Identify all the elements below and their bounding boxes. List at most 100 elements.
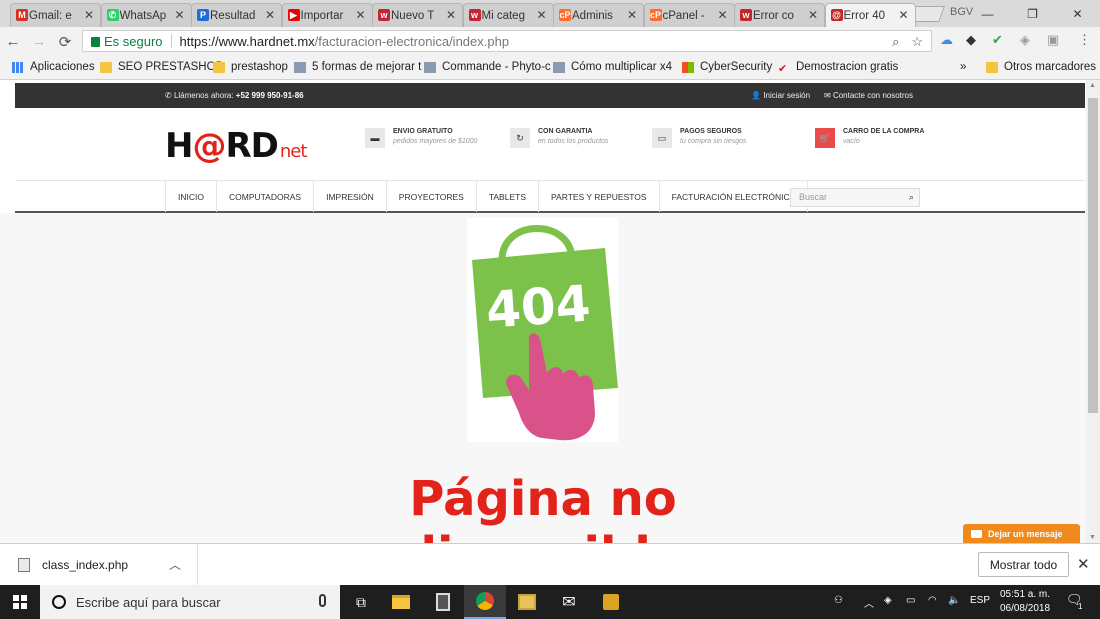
close-tab-icon[interactable]: ✕ — [536, 8, 546, 22]
show-all-button[interactable]: Mostrar todo — [978, 552, 1069, 577]
bookmark-item[interactable]: SEO PRESTASHOP — [100, 61, 223, 73]
tab-label: Error 40 — [843, 9, 886, 22]
back-arrow-icon[interactable]: ← — [0, 29, 26, 55]
bookmark-item[interactable]: Commande - Phyto-c — [424, 61, 551, 73]
bookmark-item[interactable]: 5 formas de mejorar t — [294, 61, 421, 73]
bookmark-item[interactable]: Cómo multiplicar x4 — [553, 61, 672, 73]
bookmark-item[interactable]: CyberSecurity — [682, 61, 772, 73]
close-icon[interactable]: ✕ — [1077, 555, 1090, 573]
tray-chevron-icon[interactable]: ︿ — [864, 595, 874, 610]
forward-arrow-icon[interactable]: → — [26, 29, 52, 55]
search-icon[interactable]: ⌕ — [909, 189, 914, 206]
close-tab-icon[interactable]: ✕ — [717, 8, 727, 22]
close-tab-icon[interactable]: ✕ — [808, 8, 818, 22]
wifi-icon[interactable]: ◠ — [928, 595, 937, 606]
hardnet-logo[interactable]: H@RD net — [165, 126, 307, 166]
task-view-icon[interactable]: ⧉ — [340, 585, 382, 619]
site-search-input[interactable]: Buscar ⌕ — [790, 188, 920, 207]
menu-dots-icon[interactable]: ⋮ — [1078, 32, 1091, 48]
calculator-icon[interactable] — [422, 585, 464, 619]
close-tab-icon[interactable]: ✕ — [174, 8, 184, 22]
people-icon[interactable]: ⚇ — [834, 595, 843, 606]
chrome-icon[interactable] — [464, 585, 506, 619]
check-extension-icon[interactable]: ✔ — [992, 32, 1003, 48]
logo-at: @ — [192, 126, 226, 166]
language-indicator[interactable]: ESP — [970, 595, 990, 606]
cloud-extension-icon[interactable]: ☁ — [940, 32, 953, 48]
minimize-icon[interactable]: — — [965, 0, 1010, 27]
browser-tab[interactable]: w Error co ✕ — [734, 3, 825, 27]
menu-item[interactable]: TABLETS — [475, 181, 538, 212]
close-tab-icon[interactable]: ✕ — [446, 8, 456, 22]
close-tab-icon[interactable]: ✕ — [84, 8, 94, 22]
contact-link[interactable]: ✉ Contacte con nosotros — [824, 91, 913, 100]
login-link[interactable]: 👤 Iniciar sesión — [751, 91, 810, 100]
feature-title: CON GARANTIA — [538, 128, 593, 135]
header-feature: ↻ CON GARANTIA en todos los productos — [510, 128, 608, 148]
bookmark-item[interactable]: prestashop — [213, 61, 288, 73]
close-tab-icon[interactable]: ✕ — [355, 8, 365, 22]
evernote-extension-icon[interactable]: ◆ — [966, 32, 976, 48]
download-item[interactable]: class_index.php ︿ — [0, 544, 198, 586]
menu-item[interactable]: COMPUTADORAS — [215, 181, 313, 212]
error-code-text: 404 — [484, 274, 592, 339]
browser-tab[interactable]: M Gmail: e ✕ — [10, 3, 101, 27]
browser-tab[interactable]: w Nuevo T ✕ — [372, 3, 463, 27]
bookmark-item[interactable]: ✔ Demostracion gratis — [778, 61, 898, 75]
volume-icon[interactable]: 🔈 — [948, 595, 960, 606]
phone-number[interactable]: +52 999 950-91-86 — [236, 91, 304, 100]
close-tab-icon[interactable]: ✕ — [627, 8, 637, 22]
browser-tab[interactable]: ▶ Importar ✕ — [281, 3, 373, 27]
reload-icon[interactable]: ⟳ — [52, 29, 78, 55]
close-tab-icon[interactable]: ✕ — [898, 8, 908, 22]
browser-tab[interactable]: cP Adminis ✕ — [553, 3, 644, 27]
menu-item[interactable]: PARTES Y REPUESTOS — [538, 181, 659, 212]
dropbox-tray-icon[interactable]: ◈ — [884, 595, 892, 606]
bookmark-apps[interactable]: Aplicaciones — [12, 61, 95, 73]
leave-message-button[interactable]: Dejar un mensaje — [963, 524, 1080, 543]
site-topbar: ✆ Llámenos ahora: +52 999 950-91-86 👤 In… — [15, 83, 1085, 108]
photos-app-icon[interactable] — [506, 585, 548, 619]
close-tab-icon[interactable]: ✕ — [265, 8, 275, 22]
menu-item[interactable]: PROYECTORES — [385, 181, 476, 212]
scroll-down-icon[interactable]: ▼ — [1089, 534, 1096, 541]
browser-tab[interactable]: P Resultad ✕ — [191, 3, 282, 27]
bookmarks-overflow[interactable]: » — [960, 61, 966, 73]
header-feature[interactable]: 🛒 CARRO DE LA COMPRA vacío — [815, 128, 924, 148]
browser-tab[interactable]: @ Error 40 ✕ — [824, 3, 916, 27]
file-explorer-icon[interactable] — [380, 585, 422, 619]
tab-label: WhatsAp — [119, 9, 167, 22]
start-button[interactable] — [0, 585, 40, 619]
system-clock[interactable]: 05:51 a. m. 06/08/2018 — [995, 588, 1055, 616]
folder-icon — [100, 61, 112, 73]
clock-date: 06/08/2018 — [999, 603, 1051, 614]
taskbar-search-input[interactable]: Escribe aquí para buscar — [40, 585, 340, 619]
menu-item[interactable]: FACTURACIÓN ELECTRÓNICA — [658, 181, 809, 212]
user-icon: 👤 — [751, 91, 764, 100]
browser-tab[interactable]: w Mi categ ✕ — [462, 3, 554, 27]
zoom-icon[interactable]: ⌕ — [892, 34, 899, 50]
store-bag-icon[interactable] — [590, 585, 632, 619]
microphone-icon[interactable] — [319, 594, 326, 607]
mail-app-icon[interactable]: ✉ — [548, 585, 590, 619]
close-window-icon[interactable]: ✕ — [1055, 0, 1100, 27]
page-scrollbar[interactable]: ▲ ▼ — [1086, 80, 1100, 543]
address-bar[interactable]: Es seguro https://www.hardnet.mx/factura… — [82, 30, 932, 52]
scroll-up-icon[interactable]: ▲ — [1089, 82, 1096, 89]
scrollbar-thumb[interactable] — [1088, 98, 1098, 413]
browser-tab[interactable]: cP cPanel - ✕ — [643, 3, 735, 27]
menu-item[interactable]: INICIO — [165, 181, 216, 212]
image-extension-icon[interactable]: ▣ — [1047, 32, 1059, 48]
phone-icon: ✆ — [165, 91, 174, 100]
logo-part1: H — [165, 126, 193, 166]
battery-icon[interactable]: ▭ — [906, 595, 915, 606]
restore-icon[interactable]: ❐ — [1010, 0, 1055, 27]
tab-strip: M Gmail: e ✕ ✆ WhatsAp ✕ P Resultad ✕ ▶ Importar ✕ w… — [0, 0, 1100, 27]
dropbox-extension-icon[interactable]: ◈ — [1020, 32, 1030, 48]
security-indicator[interactable]: Es seguro — [83, 34, 163, 49]
bookmark-star-icon[interactable]: ☆ — [911, 34, 923, 50]
bookmark-other[interactable]: Otros marcadores — [986, 61, 1096, 73]
chevron-up-icon[interactable]: ︿ — [169, 556, 181, 573]
menu-item[interactable]: IMPRESIÓN — [313, 181, 386, 212]
browser-tab[interactable]: ✆ WhatsAp ✕ — [100, 3, 192, 27]
